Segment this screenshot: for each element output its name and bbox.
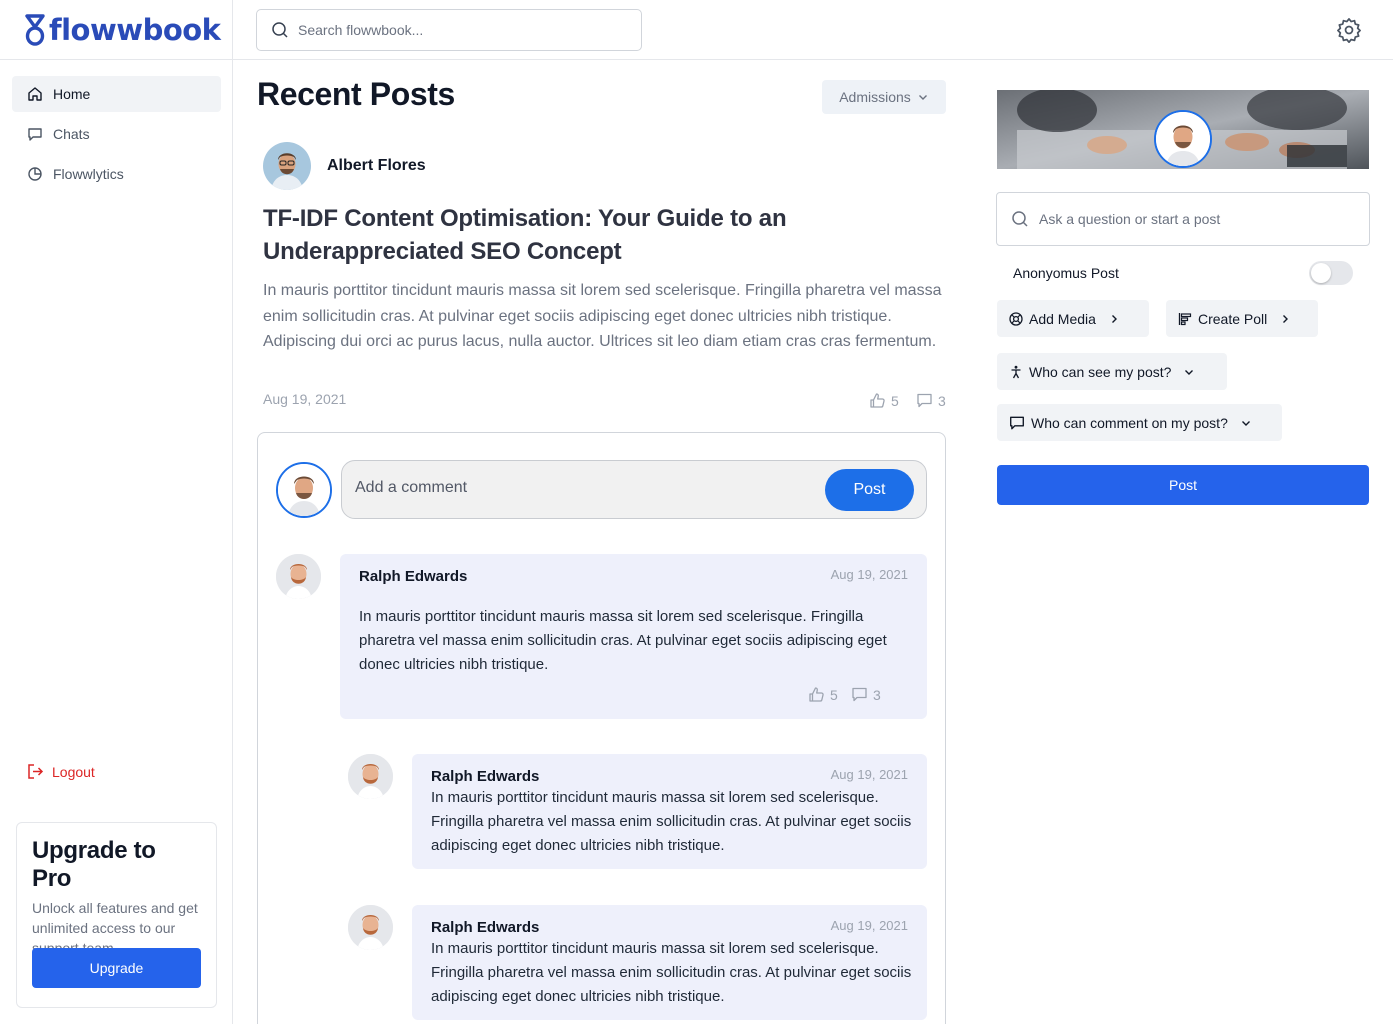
- comment-card: Ralph Edwards Aug 19, 2021 In mauris por…: [340, 554, 927, 719]
- search-input[interactable]: [298, 22, 618, 38]
- post-title[interactable]: TF-IDF Content Optimisation: Your Guide …: [263, 202, 883, 268]
- chevron-down-icon: [918, 95, 927, 100]
- sidebar-item-label: Home: [53, 86, 91, 102]
- thumbs-up-icon: [809, 687, 824, 702]
- avatar[interactable]: [276, 554, 321, 599]
- person-avatar-icon: [276, 554, 321, 599]
- sidebar-item-flowwlytics[interactable]: Flowwlytics: [12, 156, 221, 192]
- post-date: Aug 19, 2021: [263, 391, 347, 407]
- comment-icon: [852, 687, 867, 702]
- person-avatar-icon: [263, 142, 311, 190]
- sidebar-item-label: Chats: [53, 126, 90, 142]
- person-avatar-icon: [278, 464, 330, 516]
- avatar[interactable]: [1154, 110, 1212, 168]
- comment-text: In mauris porttitor tincidunt mauris mas…: [359, 608, 887, 673]
- like-button[interactable]: 5: [869, 392, 899, 409]
- create-poll-label: Create Poll: [1198, 310, 1268, 327]
- sidebar-item-chats[interactable]: Chats: [12, 116, 221, 152]
- compose-input[interactable]: [1039, 211, 1339, 227]
- category-filter-dropdown[interactable]: Admissions: [822, 80, 946, 114]
- logout-label: Logout: [52, 763, 95, 780]
- chat-icon: [28, 128, 42, 141]
- comment-author[interactable]: Ralph Edwards: [359, 568, 467, 585]
- comment-input-container: Post: [341, 460, 927, 519]
- comment-count: 3: [938, 392, 946, 409]
- brand-name: flowwbook: [49, 13, 221, 47]
- reply-count: 3: [873, 686, 881, 703]
- person-icon: [1011, 365, 1021, 378]
- thumbs-up-icon: [870, 393, 885, 408]
- reply-button[interactable]: 3: [851, 686, 881, 703]
- logo-icon: [25, 14, 45, 46]
- visibility-label: Who can see my post?: [1029, 363, 1172, 380]
- gear-icon[interactable]: [1336, 17, 1362, 43]
- avatar: [276, 462, 332, 518]
- anonymous-post-toggle[interactable]: [1309, 261, 1353, 285]
- post-visibility-dropdown[interactable]: Who can see my post?: [997, 353, 1227, 390]
- search-icon: [1012, 211, 1028, 227]
- like-count: 5: [891, 392, 899, 409]
- reply-card: Ralph Edwards Aug 19, 2021 In mauris por…: [412, 905, 927, 1020]
- post-comment-button[interactable]: Post: [825, 469, 914, 511]
- comment-text: In mauris porttitor tincidunt mauris mas…: [431, 789, 912, 854]
- add-media-button[interactable]: Add Media: [997, 300, 1149, 337]
- comment-author[interactable]: Ralph Edwards: [431, 919, 539, 936]
- comment-date: Aug 19, 2021: [830, 918, 908, 933]
- add-media-label: Add Media: [1029, 310, 1096, 327]
- person-avatar-icon: [1156, 112, 1210, 166]
- comment-count-button[interactable]: 3: [916, 392, 946, 409]
- topbar-divider: [233, 59, 1393, 60]
- sidebar: flowwbook Home Chats Flowwlytics Logout …: [0, 0, 233, 1024]
- chevron-down-icon: [1185, 369, 1194, 375]
- chevron-down-icon: [1241, 420, 1250, 426]
- chevron-right-icon: [1283, 314, 1289, 323]
- media-icon: [1009, 311, 1023, 326]
- search-icon: [272, 22, 288, 38]
- like-button[interactable]: 5: [808, 686, 838, 703]
- poll-icon: [1178, 312, 1192, 325]
- toggle-knob: [1311, 263, 1331, 283]
- like-count: 5: [830, 686, 838, 703]
- sidebar-item-home[interactable]: Home: [12, 76, 221, 112]
- comment-date: Aug 19, 2021: [830, 567, 908, 582]
- sidebar-nav: Home Chats Flowwlytics: [12, 76, 221, 196]
- anonymous-post-label: Anonyomus Post: [1013, 265, 1119, 281]
- chevron-right-icon: [1111, 314, 1117, 323]
- home-icon: [28, 87, 42, 101]
- sidebar-item-label: Flowwlytics: [53, 166, 124, 182]
- divider: [0, 59, 233, 60]
- comment-author[interactable]: Ralph Edwards: [431, 768, 539, 785]
- avatar[interactable]: [348, 754, 393, 799]
- create-poll-button[interactable]: Create Poll: [1166, 300, 1318, 337]
- post-author-name[interactable]: Albert Flores: [327, 157, 426, 175]
- compose-box[interactable]: [996, 192, 1370, 246]
- brand-logo[interactable]: flowwbook: [24, 12, 221, 48]
- person-avatar-icon: [348, 905, 393, 950]
- comment-input[interactable]: [355, 479, 795, 497]
- comment-text: In mauris porttitor tincidunt mauris mas…: [431, 940, 912, 1005]
- logout-icon: [28, 764, 44, 779]
- person-avatar-icon: [348, 754, 393, 799]
- upgrade-button[interactable]: Upgrade: [32, 948, 201, 988]
- upgrade-card: Upgrade to Pro Unlock all features and g…: [16, 822, 217, 1008]
- avatar[interactable]: [348, 905, 393, 950]
- filter-label: Admissions: [839, 89, 911, 105]
- pie-chart-icon: [28, 167, 42, 181]
- comment-permission-dropdown[interactable]: Who can comment on my post?: [997, 404, 1282, 441]
- comment-icon: [917, 393, 932, 408]
- avatar[interactable]: [263, 142, 311, 190]
- comment-permission-label: Who can comment on my post?: [1031, 414, 1228, 431]
- comment-date: Aug 19, 2021: [830, 767, 908, 782]
- upgrade-title: Upgrade to Pro: [32, 837, 156, 892]
- search-bar[interactable]: [256, 9, 642, 51]
- page-title: Recent Posts: [257, 76, 455, 112]
- reply-card: Ralph Edwards Aug 19, 2021 In mauris por…: [412, 754, 927, 869]
- logout-button[interactable]: Logout: [27, 763, 95, 780]
- submit-post-button[interactable]: Post: [997, 465, 1369, 505]
- post-body: In mauris porttitor tincidunt mauris mas…: [263, 282, 942, 350]
- comment-icon: [1010, 416, 1024, 429]
